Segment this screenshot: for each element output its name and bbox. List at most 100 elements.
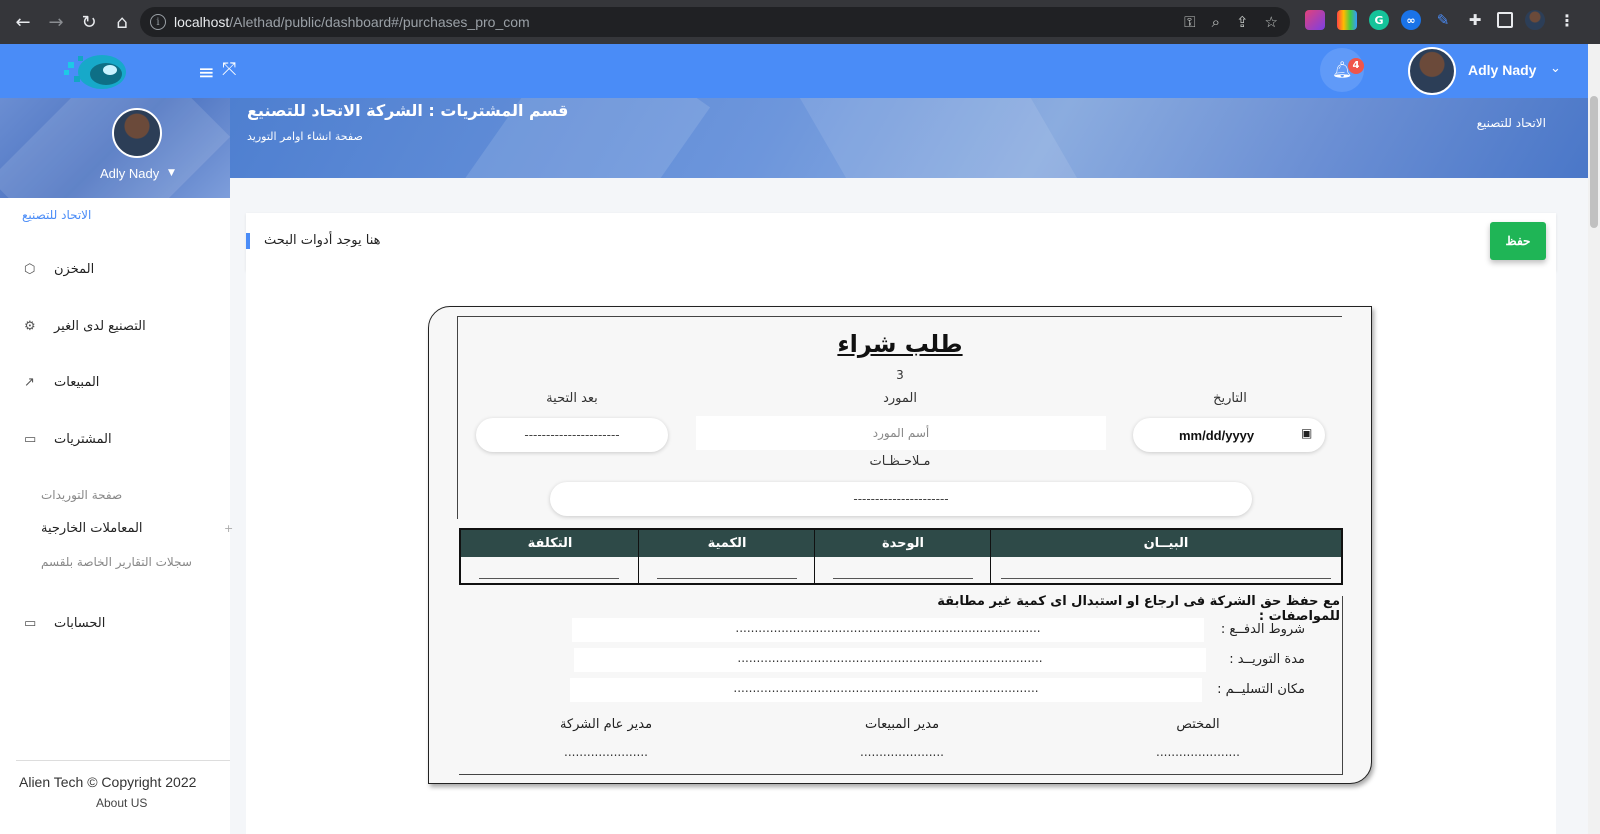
url-text: localhost/Alethad/public/dashboard#/purc…	[174, 14, 530, 30]
sidebar-item-label: المشتريات	[54, 431, 112, 447]
form-border-line	[459, 774, 1343, 775]
back-arrow-icon[interactable]: ←	[8, 7, 38, 37]
form-border-line	[1342, 596, 1343, 774]
zoom-icon[interactable]: ⌕	[1212, 13, 1220, 31]
sidebar-company[interactable]: الاتحاد للتصنيع	[22, 208, 91, 222]
signature-specialist-label: المختص	[1176, 717, 1220, 732]
avatar[interactable]	[112, 108, 162, 158]
signature-general-manager-label: مدير عام الشركة	[559, 717, 653, 732]
expand-plus-icon[interactable]: +	[224, 522, 233, 535]
url-path: /Alethad/public/dashboard#/purchases_pro…	[229, 14, 530, 30]
form-title: طلب شراء	[837, 330, 963, 358]
column-divider	[638, 530, 639, 583]
gear-icon: ⚙	[24, 318, 36, 334]
avatar[interactable]	[1408, 47, 1456, 95]
column-header-unit: الوحدة	[881, 536, 925, 551]
about-link[interactable]: About US	[96, 796, 147, 810]
sidebar-item-label: التصنيع لدى الغير	[54, 318, 146, 334]
user-name[interactable]: Adly Nady	[1468, 62, 1536, 78]
notifications-button[interactable]: 🔔︎ 4	[1320, 48, 1364, 92]
save-button[interactable]: حفظ	[1490, 222, 1546, 260]
card-icon: ▭	[24, 431, 37, 447]
accent-bar	[246, 233, 250, 249]
sidebar-item-label: المبيعات	[54, 374, 100, 390]
table-input-description[interactable]	[1001, 578, 1331, 579]
sidebar-user-name[interactable]: Adly Nady	[100, 166, 159, 181]
page-subtitle: صفحة انشاء اوامر التوريد	[247, 130, 363, 143]
table-input-cost[interactable]	[479, 578, 619, 579]
calendar-icon[interactable]: ▣	[1301, 426, 1312, 440]
signature-general-manager-field[interactable]: ......................	[536, 745, 676, 759]
sidebar: Adly Nady ▼ الاتحاد للتصنيع ⬡ المخزن ⚙ ا…	[0, 98, 233, 834]
sidebar-item-label: المخزن	[54, 261, 95, 277]
forward-arrow-icon[interactable]: →	[41, 7, 71, 37]
fullscreen-icon[interactable]: ⤧	[222, 59, 236, 80]
delivery-place-label: مكان التسليــم :	[1217, 682, 1305, 697]
notes-label: مـلاحـظـات	[869, 454, 931, 469]
notes-input[interactable]: ----------------------	[550, 482, 1252, 516]
extension-loop-icon[interactable]: ∞	[1401, 10, 1421, 30]
column-divider	[814, 530, 815, 583]
page-scrollbar[interactable]	[1588, 44, 1600, 834]
chart-line-icon: ↗	[24, 374, 35, 390]
payment-terms-field[interactable]: ........................................…	[572, 618, 1204, 642]
supplier-label: المورد	[883, 391, 917, 406]
address-bar[interactable]: i localhost/Alethad/public/dashboard#/pu…	[140, 7, 1290, 37]
date-field[interactable]: mm/dd/yyyy ▣	[1133, 418, 1325, 452]
app-header: ≡ ⤧ 🔔︎ 4 Adly Nady ⌄	[0, 44, 1600, 98]
sidebar-item-outsourcing[interactable]: ⚙ التصنيع لدى الغير	[24, 313, 146, 339]
greeting-input[interactable]: ----------------------	[476, 418, 668, 452]
extension-grammarly-icon[interactable]: G	[1369, 10, 1389, 30]
page-title: قسم المشتريات : الشركة الاتحاد للتصنيع	[247, 101, 569, 120]
profile-avatar-icon[interactable]	[1525, 10, 1545, 30]
sidebar-item-label: الحسابات	[54, 615, 106, 631]
greeting-label: بعد التحية	[546, 391, 598, 406]
sidebar-subitem-external[interactable]: المعاملات الخارجية	[41, 521, 143, 536]
copyright-text: Alien Tech © Copyright 2022	[19, 774, 197, 790]
search-tools-card: هنا يوجد أدوات البحث	[246, 213, 1556, 271]
form-number: 3	[896, 368, 904, 382]
items-table: البيــان الوحدة الكمية التكلفة	[459, 528, 1343, 585]
extension-colorpicker-icon[interactable]	[1337, 10, 1357, 30]
delivery-period-field[interactable]: ........................................…	[574, 648, 1206, 672]
column-header-cost: التكلفة	[527, 536, 573, 551]
browser-menu-icon[interactable]: ⋮	[1557, 10, 1577, 30]
menu-toggle-icon[interactable]: ≡	[198, 60, 215, 84]
breadcrumb[interactable]: الاتحاد للتصنيع	[1477, 116, 1546, 130]
side-panel-icon[interactable]	[1497, 12, 1513, 28]
browser-toolbar: ← → ↻ ⌂ i localhost/Alethad/public/dashb…	[0, 0, 1600, 44]
notification-badge: 4	[1348, 58, 1364, 74]
caret-down-icon[interactable]: ▼	[168, 168, 175, 178]
date-label: التاريخ	[1213, 391, 1247, 406]
scrollbar-thumb[interactable]	[1590, 96, 1598, 228]
home-icon[interactable]: ⌂	[107, 7, 137, 37]
supplier-input[interactable]: أسم المورد	[696, 416, 1106, 450]
extension-feather-icon[interactable]: ✎	[1433, 10, 1453, 30]
delivery-place-field[interactable]: ........................................…	[570, 678, 1202, 702]
table-input-unit[interactable]	[833, 578, 973, 579]
sidebar-item-sales[interactable]: ↗ المبيعات	[24, 369, 99, 395]
sidebar-item-accounts[interactable]: ▭ الحسابات	[24, 610, 105, 636]
date-placeholder: mm/dd/yyyy	[1179, 428, 1255, 443]
sidebar-item-warehouse[interactable]: ⬡ المخزن	[24, 256, 94, 282]
sidebar-subitem-reports[interactable]: سجلات التقارير الخاصة بلقسم	[41, 555, 192, 569]
share-icon[interactable]: ⇪	[1236, 13, 1249, 31]
star-icon[interactable]: ☆	[1265, 13, 1278, 31]
key-icon[interactable]: ⚿	[1184, 13, 1195, 31]
search-tools-title: هنا يوجد أدوات البحث	[264, 233, 381, 248]
card-icon: ▭	[24, 615, 37, 631]
column-header-description: البيــان	[1143, 536, 1189, 551]
sidebar-subitem-supplies[interactable]: صفحة التوريدات	[41, 488, 122, 502]
form-border-line	[457, 316, 458, 519]
table-input-quantity[interactable]	[657, 578, 797, 579]
reload-icon[interactable]: ↻	[74, 7, 104, 37]
column-divider	[990, 530, 991, 583]
site-info-icon[interactable]: i	[150, 14, 166, 30]
extension-flag-icon[interactable]	[1305, 10, 1325, 30]
signature-specialist-field[interactable]: ......................	[1128, 745, 1268, 759]
payment-terms-label: شروط الدفــع :	[1220, 622, 1305, 637]
sidebar-item-purchases[interactable]: ▭ المشتريات	[24, 426, 112, 452]
extensions-puzzle-icon[interactable]: ✚	[1465, 10, 1485, 30]
signature-sales-manager-field[interactable]: ......................	[832, 745, 972, 759]
chevron-down-icon[interactable]: ⌄	[1550, 61, 1561, 76]
